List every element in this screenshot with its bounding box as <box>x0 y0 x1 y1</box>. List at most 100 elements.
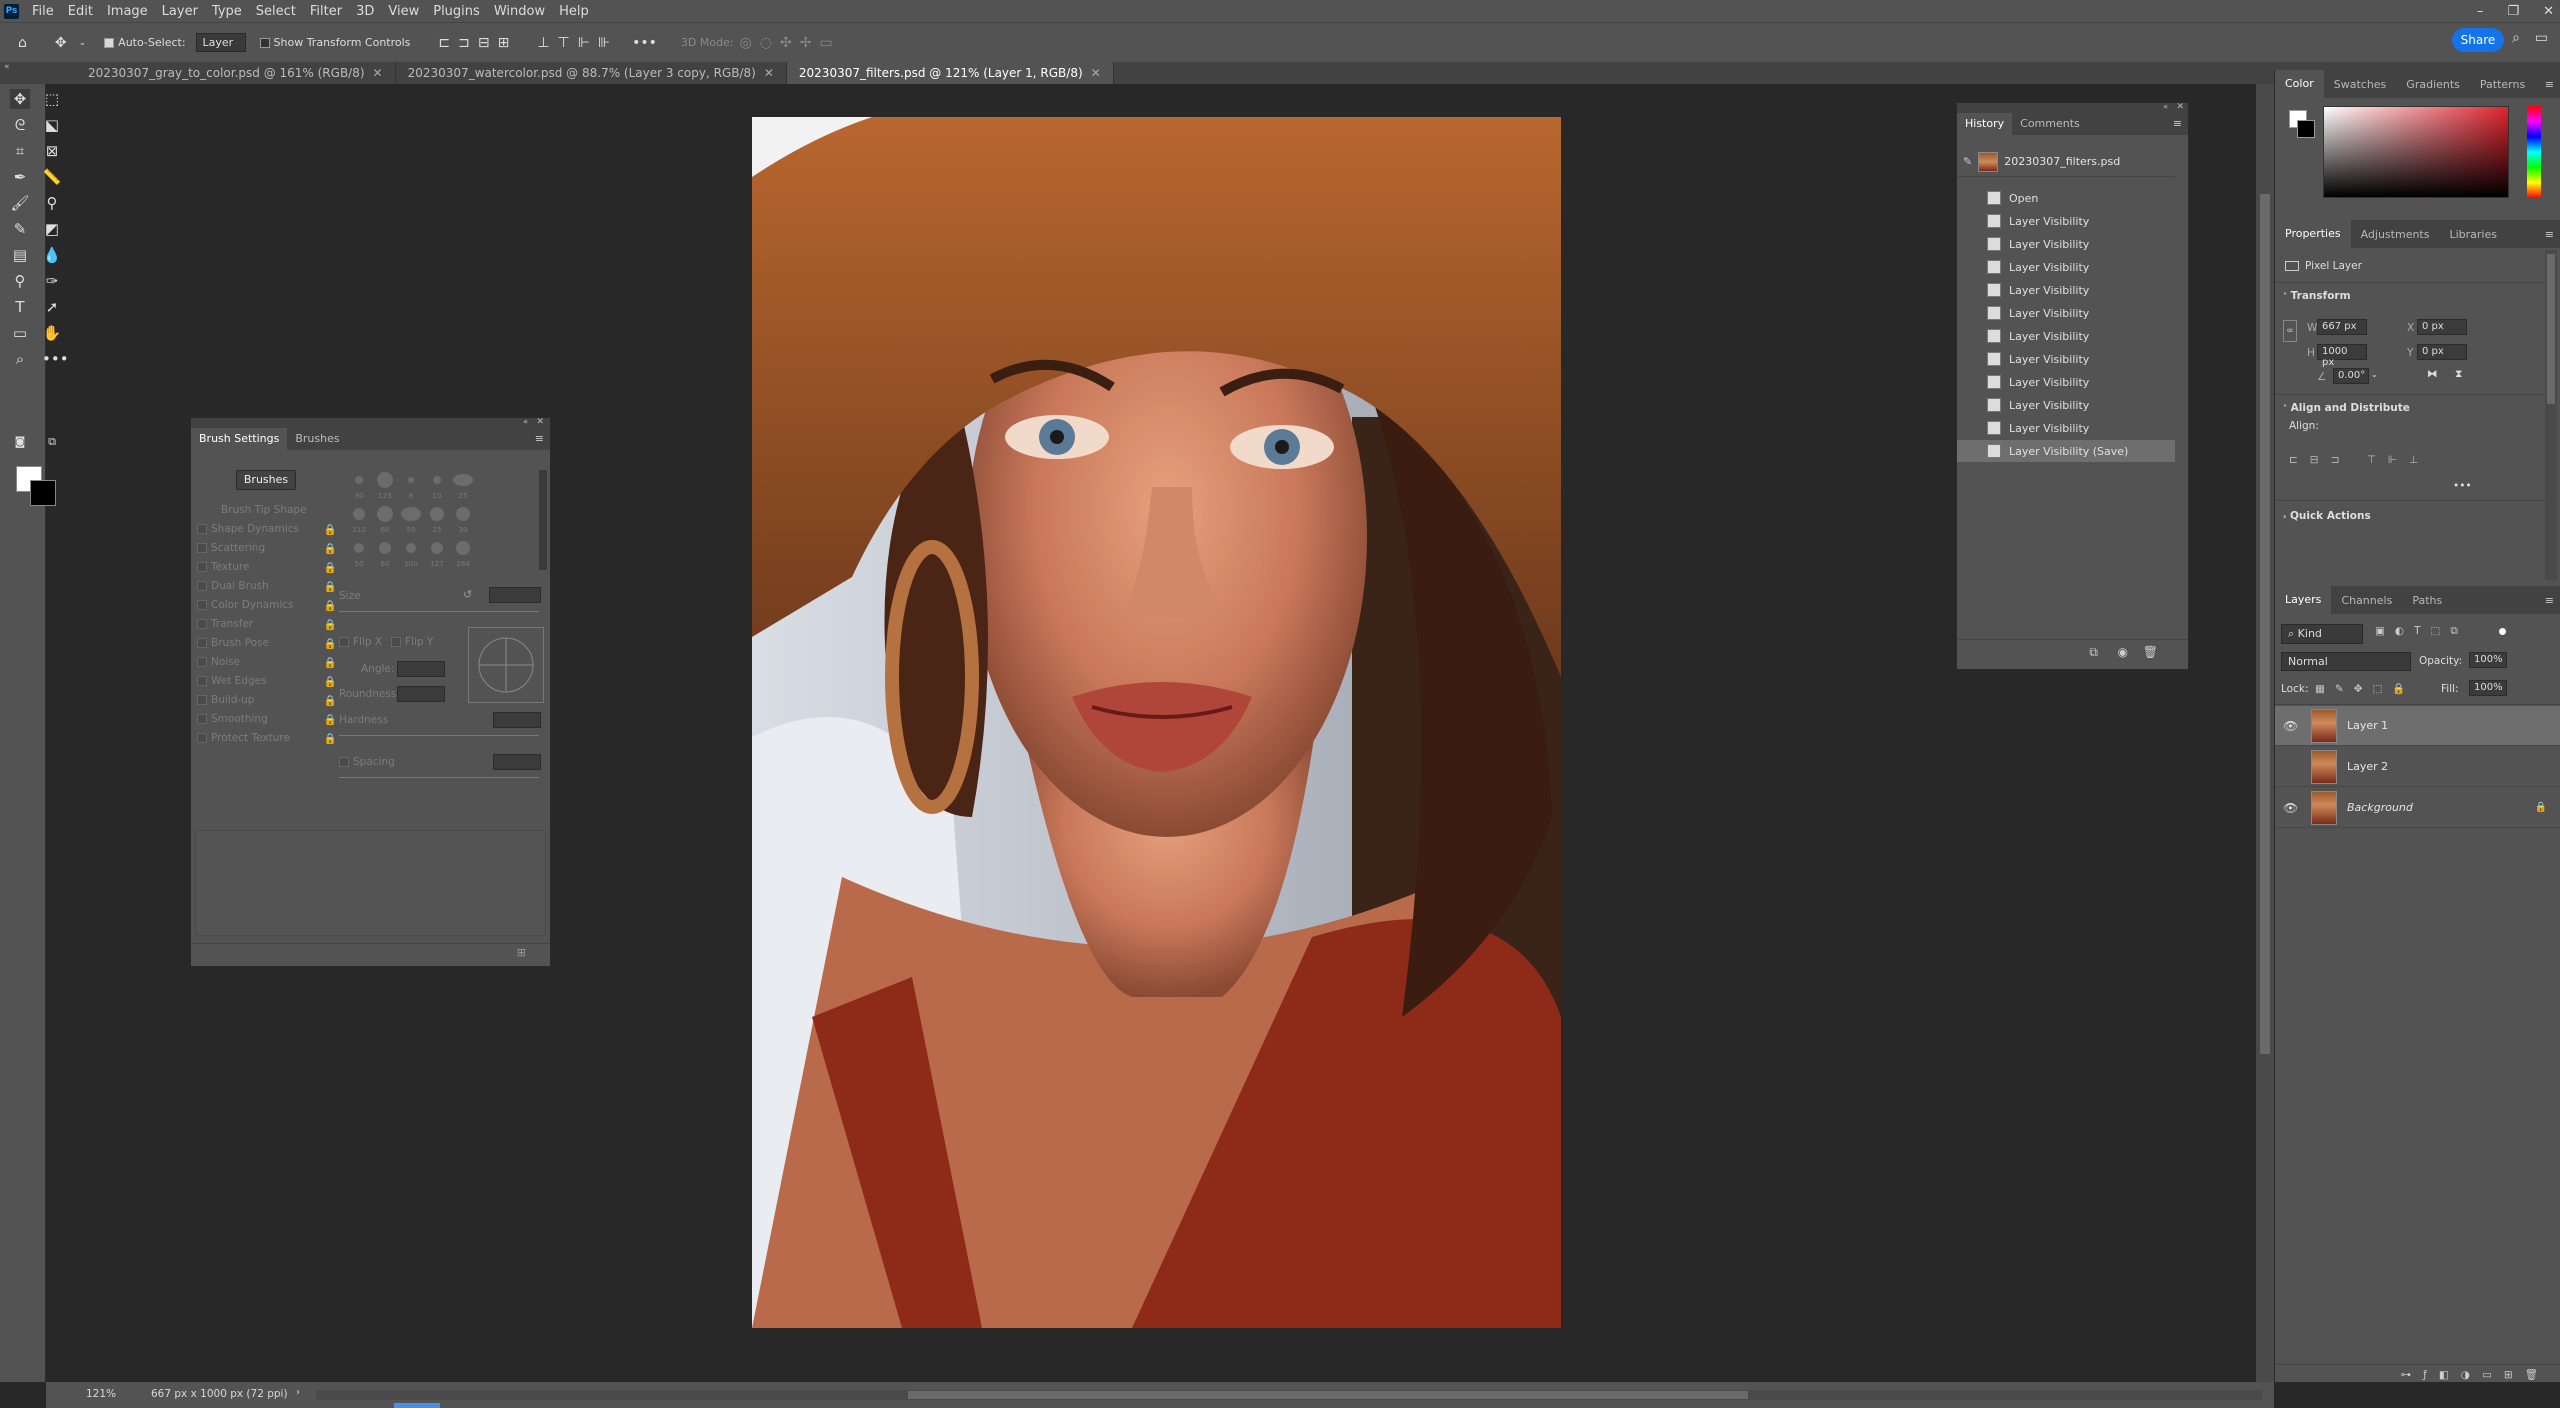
menu-plugins[interactable]: Plugins <box>426 4 487 19</box>
blend-mode-dropdown[interactable]: Normal <box>2281 652 2411 671</box>
tab-comments[interactable]: Comments <box>2012 113 2088 135</box>
eyedropper-tool-icon[interactable]: ✒ <box>10 167 30 187</box>
angle-field[interactable]: 0.00° <box>2333 368 2369 384</box>
size-field[interactable] <box>489 587 541 603</box>
history-item[interactable]: Open <box>1957 187 2175 209</box>
tab-filters[interactable]: 20230307_filters.psd @ 121% (Layer 1, RG… <box>786 62 1114 84</box>
auto-select-dropdown[interactable]: Layer <box>195 33 246 52</box>
type-tool-icon[interactable]: T <box>10 297 30 317</box>
history-item[interactable]: Layer Visibility <box>1957 325 2175 347</box>
panel-menu-icon[interactable]: ≡ <box>2173 117 2182 130</box>
menu-layer[interactable]: Layer <box>155 4 205 19</box>
vertical-scrollbar[interactable] <box>2256 84 2274 1382</box>
blur-tool-icon[interactable]: 💧 <box>42 245 62 265</box>
tab-brushes[interactable]: Brushes <box>287 428 347 450</box>
menu-type[interactable]: Type <box>205 4 249 19</box>
brush-tool-icon[interactable]: 🖌 <box>10 193 30 213</box>
stamp-tool-icon[interactable]: ⚲ <box>42 193 62 213</box>
brush-angle-preview[interactable] <box>468 627 544 703</box>
hue-slider[interactable] <box>2527 106 2541 198</box>
hardness-field[interactable] <box>493 712 541 728</box>
layer-row[interactable]: 👁 Background 🔒 <box>2275 788 2560 828</box>
transform-section[interactable]: ˅ Transform <box>2283 290 2351 302</box>
reset-size-icon[interactable]: ↺ <box>463 588 472 601</box>
menu-filter[interactable]: Filter <box>303 4 349 19</box>
camera-icon[interactable]: ◉ <box>2118 645 2128 659</box>
eye-icon[interactable]: 👁 <box>2283 719 2299 733</box>
panel-menu-icon[interactable]: ≡ <box>2545 78 2554 91</box>
history-item[interactable]: Layer Visibility <box>1957 394 2175 416</box>
frame-tool-icon[interactable]: ⊠ <box>42 141 62 161</box>
menu-view[interactable]: View <box>381 4 426 19</box>
menu-3d[interactable]: 3D <box>349 4 381 19</box>
size-slider[interactable] <box>339 611 539 612</box>
close-tab-icon[interactable]: ✕ <box>764 66 774 80</box>
tab-watercolor[interactable]: 20230307_watercolor.psd @ 88.7% (Layer 3… <box>395 62 787 84</box>
properties-scrollbar[interactable] <box>2545 250 2557 580</box>
tab-channels[interactable]: Channels <box>2331 594 2402 607</box>
layer-row-selected[interactable]: 👁 Layer 1 <box>2275 706 2560 746</box>
fill-field[interactable]: 100% <box>2469 680 2507 696</box>
history-item[interactable]: Layer Visibility <box>1957 302 2175 324</box>
eraser-tool-icon[interactable]: ◩ <box>42 219 62 239</box>
transform-controls-checkbox[interactable]: Show Transform Controls <box>259 36 410 49</box>
layer-filter-dropdown[interactable]: ⌕ Kind <box>2281 624 2363 644</box>
history-item[interactable]: Layer Visibility <box>1957 417 2175 439</box>
history-item[interactable]: Layer Visibility <box>1957 348 2175 370</box>
height-field[interactable]: 1000 px <box>2317 344 2367 368</box>
panel-menu-icon[interactable]: ≡ <box>535 432 544 445</box>
spacing-checkbox[interactable]: Spacing <box>339 756 395 768</box>
close-tab-icon[interactable]: ✕ <box>1091 66 1101 80</box>
roundness-field[interactable] <box>397 686 445 702</box>
eye-icon[interactable]: 👁 <box>2283 801 2299 815</box>
width-field[interactable]: 667 px <box>2317 319 2367 335</box>
more-icon[interactable]: ••• <box>2453 480 2472 492</box>
horizontal-scrollbar[interactable] <box>316 1390 2262 1400</box>
tab-swatches[interactable]: Swatches <box>2324 78 2397 91</box>
share-button[interactable]: Share <box>2452 28 2504 52</box>
flip-horizontal-icon[interactable]: ⧓ <box>2427 368 2438 380</box>
chevron-down-icon[interactable]: ⌄ <box>79 38 87 48</box>
close-panel-icon[interactable]: ✕ <box>2176 102 2184 112</box>
zoom-level[interactable]: 121% <box>86 1388 116 1400</box>
history-item-selected[interactable]: Layer Visibility (Save) <box>1957 440 2175 462</box>
history-item[interactable]: Layer Visibility <box>1957 371 2175 393</box>
x-field[interactable]: 0 px <box>2417 319 2467 335</box>
tab-patterns[interactable]: Patterns <box>2470 78 2535 91</box>
opacity-field[interactable]: 100% <box>2469 652 2507 668</box>
new-brush-icon[interactable]: ⊞ <box>517 946 526 959</box>
quick-mask-icon[interactable]: ◙ <box>10 432 30 452</box>
marquee-tool-icon[interactable]: ⬚ <box>42 89 62 109</box>
lock-icons[interactable]: ▦✎✥⬚🔒 <box>2315 682 2416 695</box>
minimize-icon[interactable]: – <box>2477 4 2484 19</box>
panel-menu-icon[interactable]: ≡ <box>2545 228 2554 241</box>
hardness-slider[interactable] <box>339 735 539 736</box>
angle-field[interactable] <box>397 661 445 677</box>
brush-presets-grid[interactable]: 30 123 8 10 25 112 60 50 25 30 50 60 100 127 284 <box>339 470 549 575</box>
rectangle-tool-icon[interactable]: ▭ <box>10 323 30 343</box>
workspace-icon[interactable]: ▭ <box>2535 30 2548 46</box>
align-buttons-icons[interactable]: ⊏⊟⊐ ⊤⊩⊥ <box>2289 454 2430 466</box>
history-item[interactable]: Layer Visibility <box>1957 256 2175 278</box>
quick-actions-section[interactable]: › Quick Actions <box>2283 510 2371 522</box>
menu-window[interactable]: Window <box>487 4 552 19</box>
tab-color[interactable]: Color <box>2275 70 2324 98</box>
history-brush-tool-icon[interactable]: ✎ <box>10 219 30 239</box>
collapse-arrows-icon[interactable]: « <box>4 62 10 72</box>
tab-adjustments[interactable]: Adjustments <box>2351 228 2440 241</box>
home-icon[interactable]: ⌂ <box>18 35 27 51</box>
panel-menu-icon[interactable]: ≡ <box>2545 594 2554 607</box>
pen-tool-icon[interactable]: ✑ <box>42 271 62 291</box>
align-icons[interactable]: ⊏⊐⊟⊞ <box>438 35 517 51</box>
search-icon[interactable]: ⌕ <box>2512 30 2520 46</box>
menu-image[interactable]: Image <box>100 4 155 19</box>
menu-edit[interactable]: Edit <box>61 4 100 19</box>
chevron-down-icon[interactable]: ⌄ <box>2371 370 2378 379</box>
more-tools-icon[interactable]: ••• <box>42 349 69 369</box>
collapse-panel-icon[interactable]: « <box>2163 102 2168 111</box>
background-color-swatch[interactable] <box>30 480 56 506</box>
tab-gray-to-color[interactable]: 20230307_gray_to_color.psd @ 161% (RGB/8… <box>76 62 396 84</box>
flip-y-checkbox[interactable]: Flip Y <box>391 636 433 648</box>
brushes-button[interactable]: Brushes <box>236 470 296 490</box>
close-icon[interactable]: ✕ <box>2543 4 2554 19</box>
